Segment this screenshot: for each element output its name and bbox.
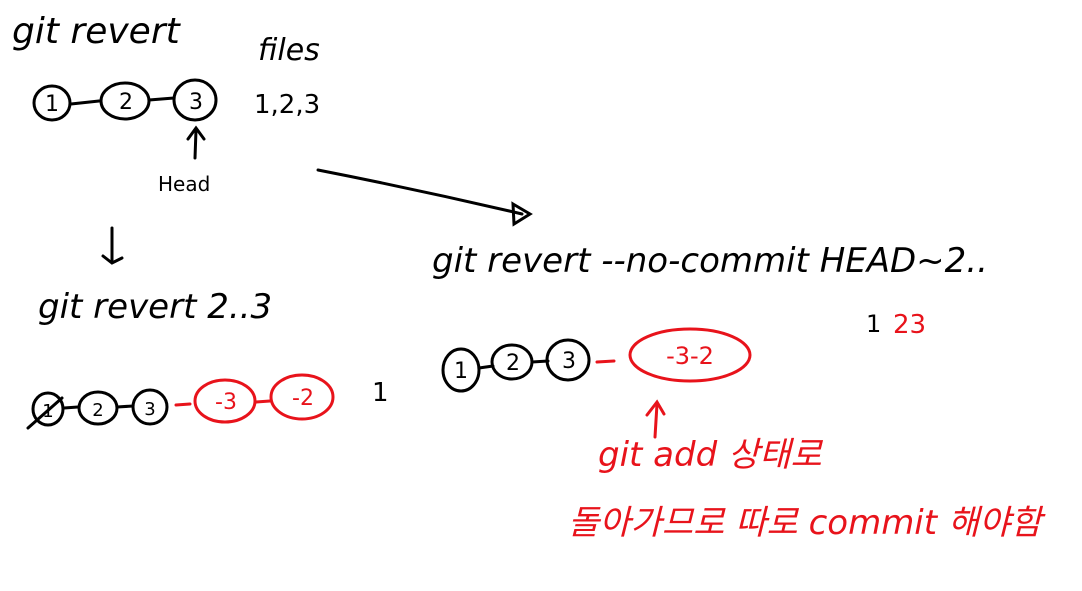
top-chain-link-1	[69, 99, 101, 106]
right-title: git revert --no-commit HEAD~2..	[432, 241, 988, 281]
left-revert-label-1: -3	[215, 390, 237, 415]
right-revert-group-label: -3-2	[666, 342, 714, 370]
right-commit-label-2: 2	[506, 351, 520, 376]
right-commit-label-3: 3	[562, 349, 576, 374]
left-commit-label-1: 1	[42, 401, 53, 422]
left-chain-link-3	[174, 402, 192, 407]
head-label: Head	[158, 172, 211, 196]
right-chain-link-3	[595, 359, 616, 364]
top-commit-label-1: 1	[45, 92, 59, 117]
left-title: git revert 2..3	[38, 287, 273, 327]
right-files-value: 23	[893, 310, 927, 340]
left-chain-link-2	[115, 404, 135, 409]
top-files-value: 1,2,3	[254, 90, 321, 120]
right-chain-link-1	[477, 364, 495, 370]
note-line-1: git add 상태로	[598, 435, 822, 475]
left-files-value: 1	[372, 378, 389, 408]
left-commit-label-2: 2	[92, 400, 103, 421]
left-chain-link-4	[254, 399, 272, 404]
top-chain-link-2	[147, 96, 176, 102]
red-up-arrow	[645, 399, 666, 439]
down-arrow	[101, 226, 124, 265]
right-commit-label-1: 1	[454, 359, 468, 384]
top-commit-label-3: 3	[189, 90, 203, 115]
left-chain-link-1	[62, 405, 80, 410]
head-arrow	[186, 125, 206, 160]
note-line-2: 돌아가므로 따로 commit 해야함	[568, 503, 1042, 543]
left-revert-label-2: -2	[292, 386, 314, 411]
left-commit-label-3: 3	[144, 399, 155, 420]
whiteboard-canvas: 1 2 3 1 2 3 -3 -2 1 2 3 -3-2 git revert …	[0, 0, 1082, 591]
top-files-label: files	[258, 33, 320, 68]
right-files-prefix: 1	[866, 310, 882, 338]
top-commit-label-2: 2	[119, 90, 133, 115]
diagonal-arrow	[316, 168, 533, 227]
top-title: git revert	[12, 11, 180, 52]
